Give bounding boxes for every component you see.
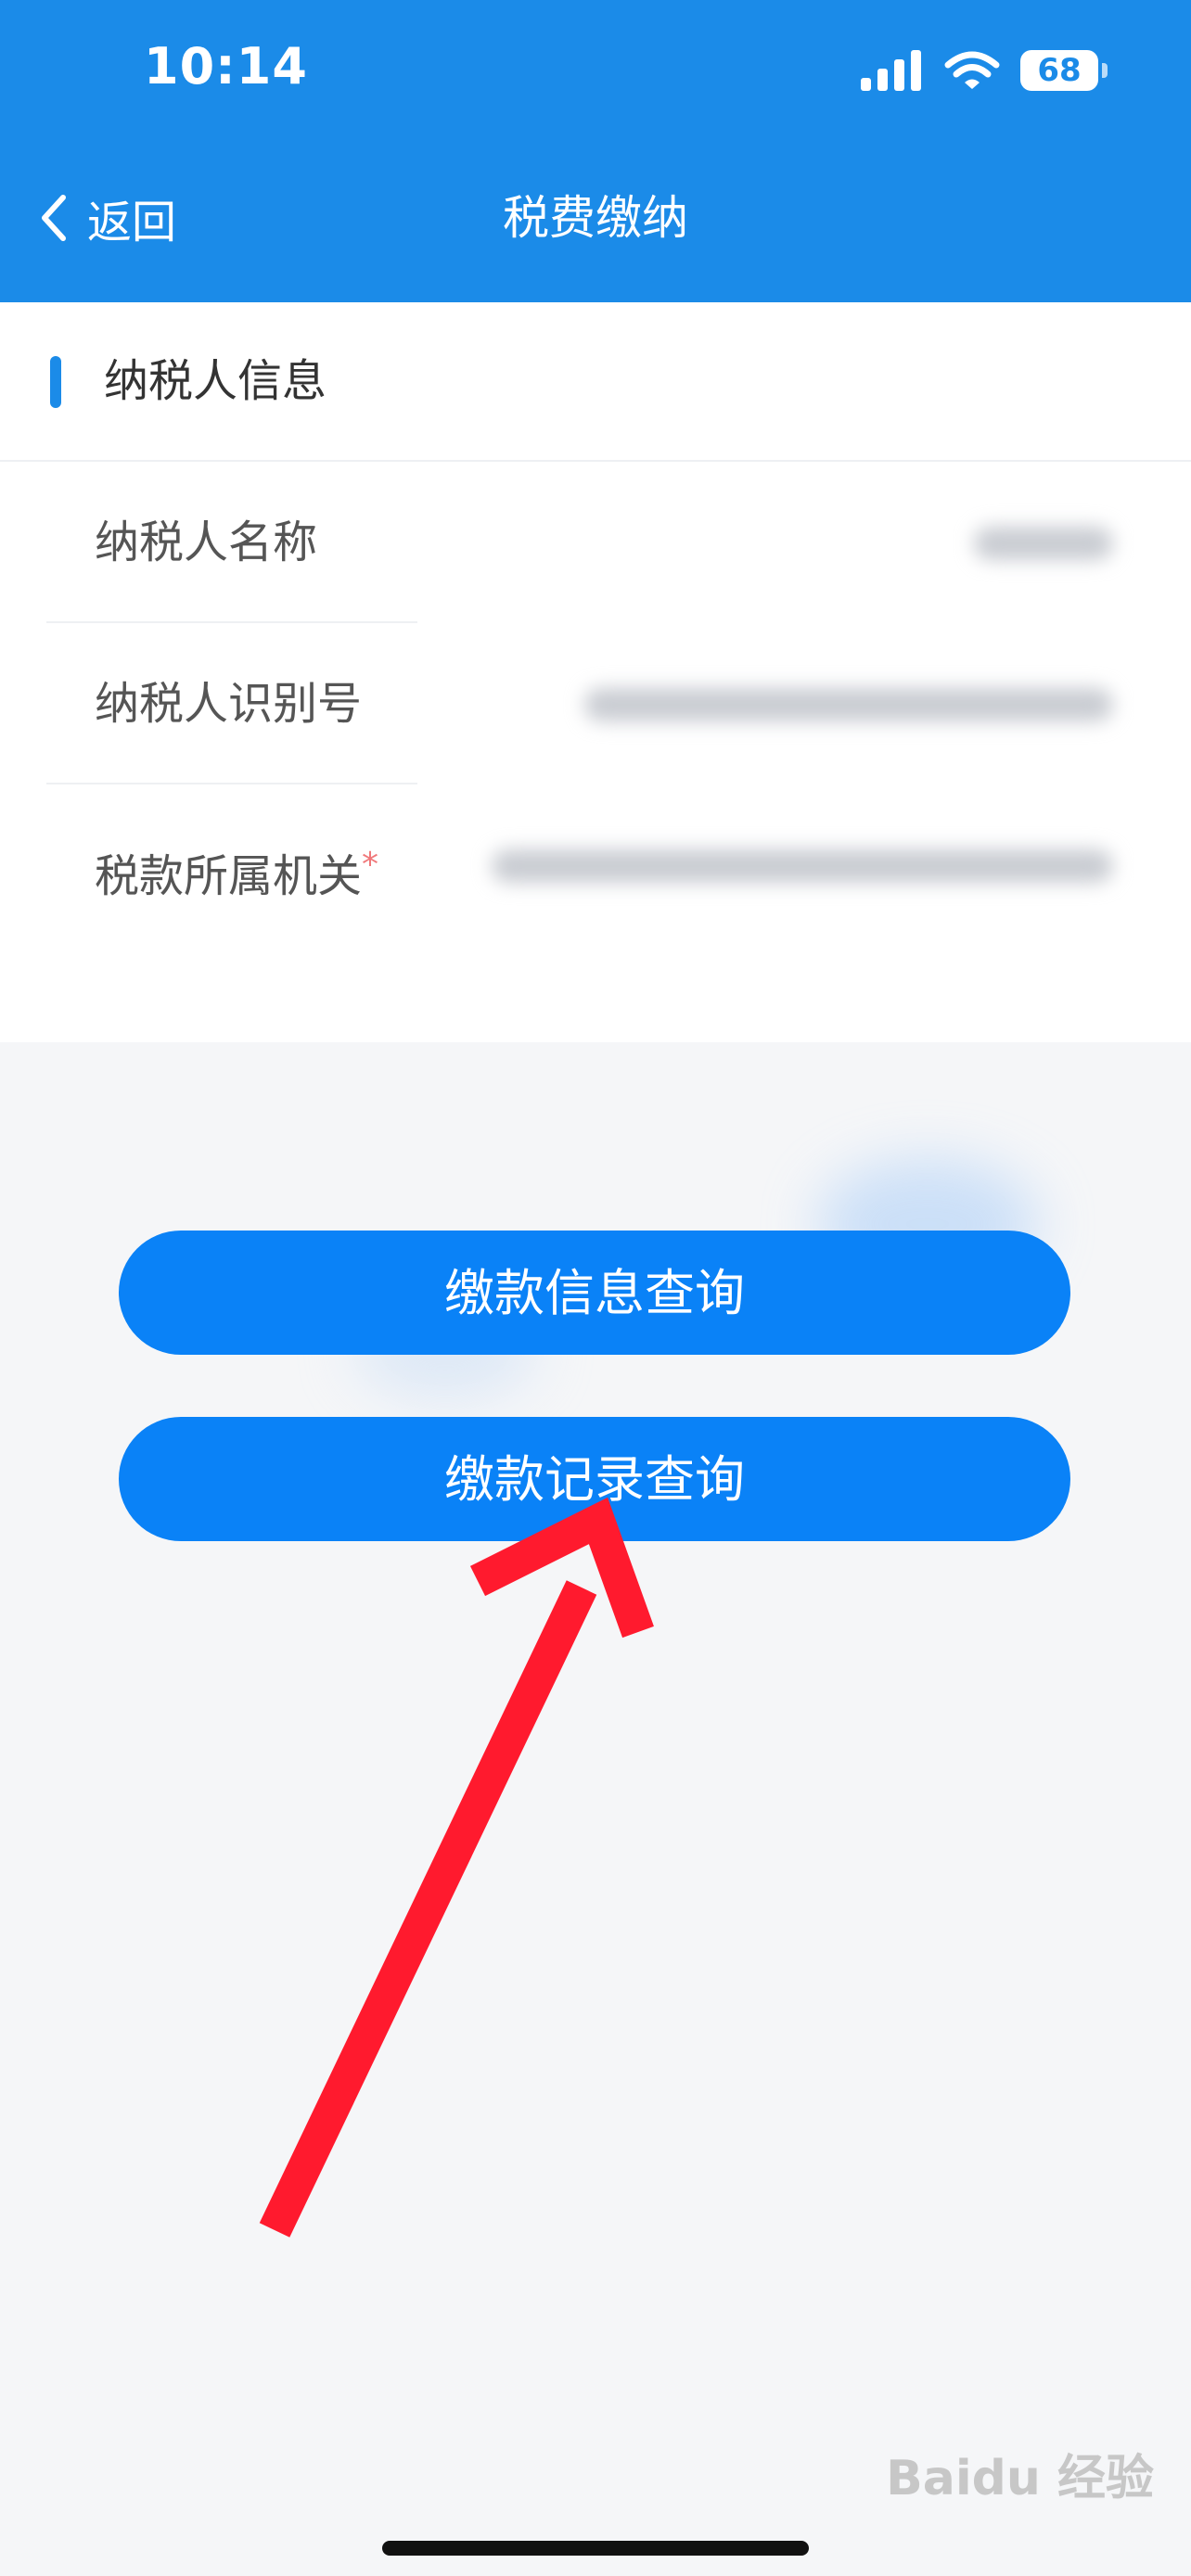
watermark-logo: Baidu 经验	[886, 2451, 1154, 2506]
annotation-arrow	[259, 1497, 654, 2238]
home-indicator	[382, 2541, 809, 2556]
